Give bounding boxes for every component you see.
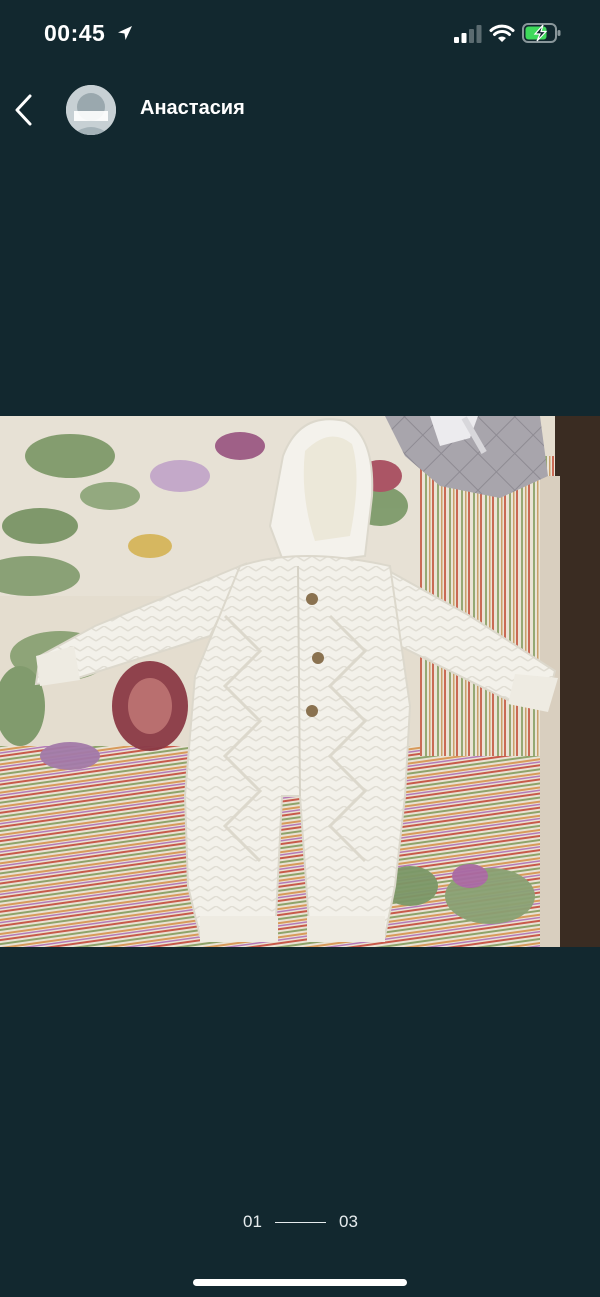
avatar[interactable] <box>66 85 116 135</box>
signal-icon <box>454 25 482 43</box>
listing-photo[interactable] <box>0 416 600 947</box>
photo-viewer-screen: 00:45 Анастасия 01 03 <box>0 0 600 1297</box>
pager-current: 01 <box>243 1212 262 1231</box>
wifi-icon <box>489 24 515 42</box>
pager-divider <box>275 1222 326 1223</box>
chevron-left-icon <box>15 94 32 126</box>
photo-pager: 01 03 <box>0 1208 600 1238</box>
pager-total: 03 <box>339 1212 358 1231</box>
battery-charging-icon <box>522 23 561 43</box>
chat-header: Анастасия <box>0 80 600 140</box>
home-indicator[interactable] <box>193 1279 407 1286</box>
back-button[interactable] <box>8 90 44 130</box>
location-arrow-icon <box>118 26 132 40</box>
baby-jumpsuit-photo <box>0 416 600 947</box>
status-time: 00:45 <box>44 20 106 46</box>
contact-name[interactable]: Анастасия <box>140 97 245 120</box>
status-bar: 00:45 <box>0 0 600 70</box>
avatar-image <box>66 85 116 135</box>
